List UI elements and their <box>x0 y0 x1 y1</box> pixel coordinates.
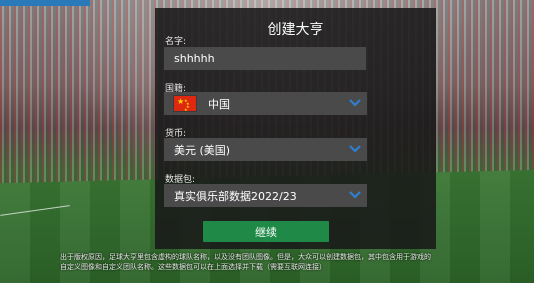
chevron-down-icon <box>349 191 361 199</box>
data-pack-select[interactable]: 真实俱乐部数据2022/23 <box>164 184 367 207</box>
name-label: 名字: <box>165 37 187 47</box>
create-tycoon-dialog: 创建大亨 名字: shhhhh 国籍: ★ ★ ★ ★ ★ 中国 货币: 美元 … <box>155 8 436 249</box>
chevron-down-icon <box>349 145 361 153</box>
footer-note: 出于版权原因，足球大亨里包含虚构的球队名称，以及没有团队图像。但是，大众可以创建… <box>60 252 520 272</box>
dialog-title: 创建大亨 <box>267 22 324 38</box>
currency-value: 美元 (美国) <box>174 143 231 157</box>
nationality-select[interactable]: ★ ★ ★ ★ ★ 中国 <box>164 92 367 115</box>
china-flag-icon: ★ ★ ★ ★ ★ <box>174 96 196 112</box>
name-value: shhhhh <box>174 52 215 65</box>
chevron-down-icon <box>349 99 361 107</box>
continue-button[interactable]: 继续 <box>203 221 329 242</box>
footer-line-1: 出于版权原因，足球大亨里包含虚构的球队名称，以及没有团队图像。但是，大众可以创建… <box>60 253 431 261</box>
nationality-value: 中国 <box>208 97 230 111</box>
data-pack-value: 真实俱乐部数据2022/23 <box>174 189 297 203</box>
currency-select[interactable]: 美元 (美国) <box>164 138 367 161</box>
top-status-bar <box>0 0 90 6</box>
name-input[interactable]: shhhhh <box>164 47 366 70</box>
footer-line-2: 自定义图像和自定义团队名称。这些数据包可以在上面选择并下载（需要互联网连接） <box>60 263 326 271</box>
